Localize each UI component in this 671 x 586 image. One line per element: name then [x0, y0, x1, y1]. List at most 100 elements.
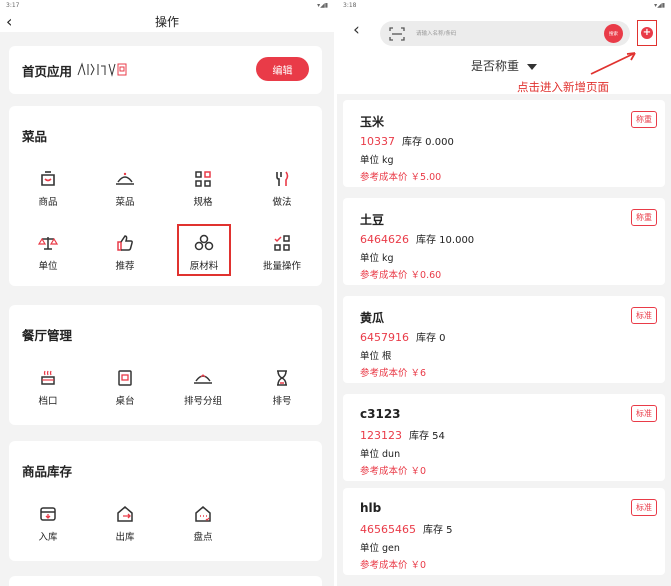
- section-title: 菜品: [22, 129, 48, 144]
- section-title: 商品库存: [22, 464, 73, 479]
- grid-item-inventory[interactable]: 盘点: [173, 503, 233, 543]
- item-code: 10337: [360, 135, 395, 148]
- table-icon: [95, 367, 155, 389]
- grid-item-label: 排号分组: [183, 396, 222, 407]
- grid-item-label: 单位: [38, 261, 58, 272]
- grid-item-label: 批量操作: [262, 261, 301, 272]
- annotation-text: 点击进入新增页面: [517, 80, 609, 94]
- grid-item-queue[interactable]: 排号: [252, 367, 312, 407]
- grid-item-label: 入库: [38, 532, 58, 543]
- status-time: 3:17: [6, 1, 20, 9]
- grid-item-dish[interactable]: 菜品: [95, 168, 155, 208]
- grid-item-inbound[interactable]: 入库: [18, 503, 78, 543]
- search-input[interactable]: 请输入名称/条码: [416, 29, 456, 37]
- grid-item-recommend[interactable]: 推荐: [95, 232, 155, 272]
- item-code: 46565465: [360, 523, 416, 536]
- status-icons: ▾◢▮: [317, 1, 328, 9]
- grid-item-goods[interactable]: 商品: [18, 168, 78, 208]
- item-cost: 参考成本价 ￥0: [360, 466, 427, 477]
- grid-item-label: 规格: [193, 197, 213, 208]
- list-item[interactable]: 玉米 称重 10337 库存 0.000 单位 kg 参考成本价 ￥5.00: [343, 100, 665, 187]
- status-bar: 3:17 ▾◢▮: [0, 0, 334, 10]
- item-tag: 称重: [631, 209, 657, 226]
- ingredients-icon: [181, 232, 227, 254]
- list-item[interactable]: c3123 标准 123123 库存 54 单位 dun 参考成本价 ￥0: [343, 394, 665, 481]
- grid-item-batch[interactable]: 批量操作: [252, 232, 312, 272]
- section-restaurant: 餐厅管理 档口 桌台 排号分组 排号: [9, 305, 322, 425]
- raw-materials-screen: 3:18 ▾◢▮ ‹ 请输入名称/条码 搜索 + 是否称重 点击进入新增页面 玉…: [337, 0, 671, 586]
- section-dishes: 菜品 商品 菜品 规格 做法 单位 推荐 原材料 批量操作: [9, 106, 322, 286]
- filter-label: 是否称重: [471, 59, 520, 73]
- grid-item-method[interactable]: 做法: [252, 168, 312, 208]
- item-name: c3123: [360, 407, 401, 421]
- item-tag: 标准: [631, 499, 657, 516]
- scan-icon[interactable]: [389, 26, 405, 45]
- item-unit: 单位 dun: [360, 449, 401, 460]
- annotation-arrow-icon: [590, 52, 636, 75]
- item-cost: 参考成本价 ￥0: [360, 560, 427, 571]
- queue-group-icon: [173, 367, 233, 389]
- section-stock: 商品库存 入库 出库 盘点: [9, 441, 322, 561]
- page-title: 操作: [154, 14, 179, 29]
- list-item[interactable]: hlb 标准 46565465 库存 5 单位 gen 参考成本价 ￥0: [343, 488, 665, 575]
- grid-item-label: 做法: [272, 197, 292, 208]
- grid-item-outbound[interactable]: 出库: [95, 503, 155, 543]
- item-tag: 标准: [631, 307, 657, 324]
- item-code: 6457916: [360, 331, 409, 344]
- item-stock: 库存 0.000: [402, 137, 454, 148]
- item-cost: 参考成本价 ￥0.60: [360, 270, 442, 281]
- edit-button[interactable]: 编辑: [256, 57, 309, 81]
- grid-item-table[interactable]: 桌台: [95, 367, 155, 407]
- item-stock: 库存 0: [416, 333, 446, 344]
- section-title: 餐厅管理: [22, 328, 73, 343]
- search-bar[interactable]: 请输入名称/条码 搜索: [380, 21, 630, 46]
- top-bar: 3:18 ▾◢▮ ‹ 请输入名称/条码 搜索 + 是否称重 点击进入新增页面: [337, 0, 671, 94]
- home-apps-card: 首页应用 编辑: [9, 46, 322, 94]
- weighing-filter[interactable]: 是否称重: [471, 57, 538, 74]
- item-name: 土豆: [360, 213, 385, 227]
- item-stock: 库存 54: [409, 431, 445, 442]
- bag-icon: [18, 168, 78, 190]
- back-icon[interactable]: ‹: [6, 12, 12, 31]
- item-unit: 单位 kg: [360, 253, 394, 264]
- stall-icon: [18, 367, 78, 389]
- plus-icon: +: [641, 27, 653, 39]
- thumbs-up-icon: [95, 232, 155, 254]
- grid-icon: [173, 168, 233, 190]
- grid-item-label: 盘点: [193, 532, 213, 543]
- inbound-icon: [18, 503, 78, 525]
- item-code: 123123: [360, 429, 402, 442]
- status-bar: 3:18 ▾◢▮: [337, 0, 671, 10]
- item-stock: 库存 10.000: [416, 235, 475, 246]
- grid-item-unit[interactable]: 单位: [18, 232, 78, 272]
- grid-item-queue-group[interactable]: 排号分组: [173, 367, 233, 407]
- grid-item-stall[interactable]: 档口: [18, 367, 78, 407]
- grid-item-label: 档口: [38, 396, 58, 407]
- search-button[interactable]: 搜索: [604, 24, 623, 43]
- operations-screen: 3:17 ▾◢▮ ‹ 操作 首页应用 编辑 菜品 商品 菜品 规格 做法 单位 …: [0, 0, 334, 586]
- list-item[interactable]: 土豆 称重 6464626 库存 10.000 单位 kg 参考成本价 ￥0.60: [343, 198, 665, 285]
- grid-item-spec[interactable]: 规格: [173, 168, 233, 208]
- item-code: 6464626: [360, 233, 409, 246]
- inventory-icon: [173, 503, 233, 525]
- item-tag: 标准: [631, 405, 657, 422]
- hourglass-icon: [252, 367, 312, 389]
- grid-item-raw-materials[interactable]: 原材料: [177, 224, 231, 276]
- grid-item-label: 桌台: [115, 396, 135, 407]
- status-time: 3:18: [343, 1, 357, 9]
- status-icons: ▾◢▮: [654, 1, 665, 9]
- outbound-icon: [95, 503, 155, 525]
- grid-item-label: 商品: [38, 197, 58, 208]
- add-button[interactable]: +: [637, 20, 657, 46]
- item-unit: 单位 kg: [360, 155, 394, 166]
- item-name: 玉米: [360, 115, 385, 129]
- back-icon[interactable]: ‹: [353, 20, 360, 40]
- item-cost: 参考成本价 ￥5.00: [360, 172, 442, 183]
- item-tag: 称重: [631, 111, 657, 128]
- item-unit: 单位 gen: [360, 543, 400, 554]
- grid-item-label: 排号: [272, 396, 292, 407]
- item-stock: 库存 5: [423, 525, 453, 536]
- grid-item-label: 推荐: [115, 261, 135, 272]
- grid-item-label: 原材料: [189, 261, 219, 272]
- list-item[interactable]: 黄瓜 标准 6457916 库存 0 单位 根 参考成本价 ￥6: [343, 296, 665, 383]
